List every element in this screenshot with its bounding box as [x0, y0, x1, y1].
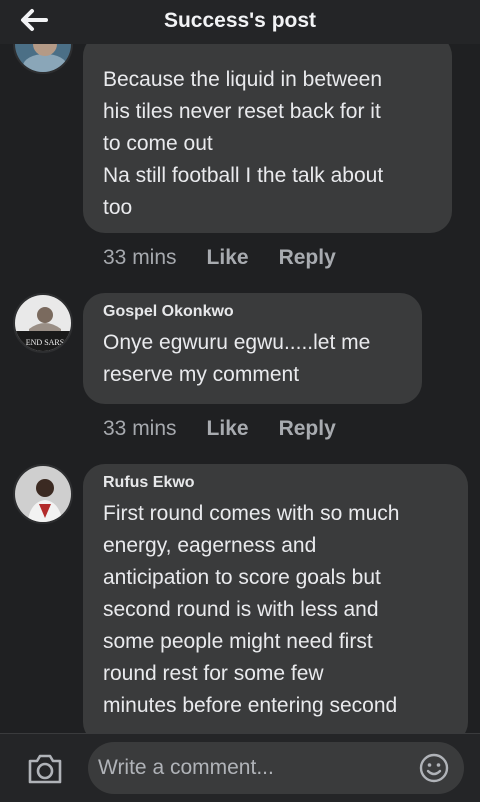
avatar[interactable]: [13, 464, 73, 524]
avatar-badge-text: END SARS: [26, 338, 64, 347]
comment-box[interactable]: [88, 742, 464, 794]
comment-meta: 33 mins Like Reply: [103, 417, 336, 441]
camera-icon: [28, 754, 62, 784]
comment-bubble[interactable]: Rufus Ekwo First round comes with so muc…: [83, 464, 468, 734]
camera-button[interactable]: [26, 752, 64, 786]
comment-bubble[interactable]: Gospel Okonkwo Onye egwuru egwu.....let …: [83, 293, 422, 404]
comment-bubble[interactable]: Because the liquid in between his tiles …: [83, 44, 452, 233]
comment-meta: 33 mins Like Reply: [103, 246, 336, 270]
comment-author[interactable]: Gospel Okonkwo: [103, 303, 402, 321]
like-button[interactable]: Like: [207, 246, 249, 270]
comment-text: Onye egwuru egwu.....let me reserve my c…: [103, 331, 371, 386]
reply-button[interactable]: Reply: [279, 246, 336, 270]
comment-time: 33 mins: [103, 246, 177, 269]
avatar[interactable]: [13, 44, 73, 74]
comment-text: First round comes with so much energy, e…: [103, 502, 400, 717]
comment-author[interactable]: Rufus Ekwo: [103, 474, 448, 492]
like-button[interactable]: Like: [207, 417, 249, 441]
avatar[interactable]: END SARS: [13, 293, 73, 353]
page-title: Success's post: [163, 9, 317, 32]
reply-button[interactable]: Reply: [279, 417, 336, 441]
comment-text: Because the liquid in between his tiles …: [103, 68, 384, 219]
emoji-icon: [419, 753, 449, 783]
comment-composer-bar: [0, 733, 480, 802]
comment-time: 33 mins: [103, 417, 177, 440]
comments-list[interactable]: Because the liquid in between his tiles …: [0, 44, 480, 734]
app-root: Success's post Because the liquid in bet…: [0, 0, 480, 802]
top-bar: Success's post: [0, 0, 480, 44]
comment-input[interactable]: [98, 742, 398, 794]
emoji-button[interactable]: [418, 752, 450, 784]
